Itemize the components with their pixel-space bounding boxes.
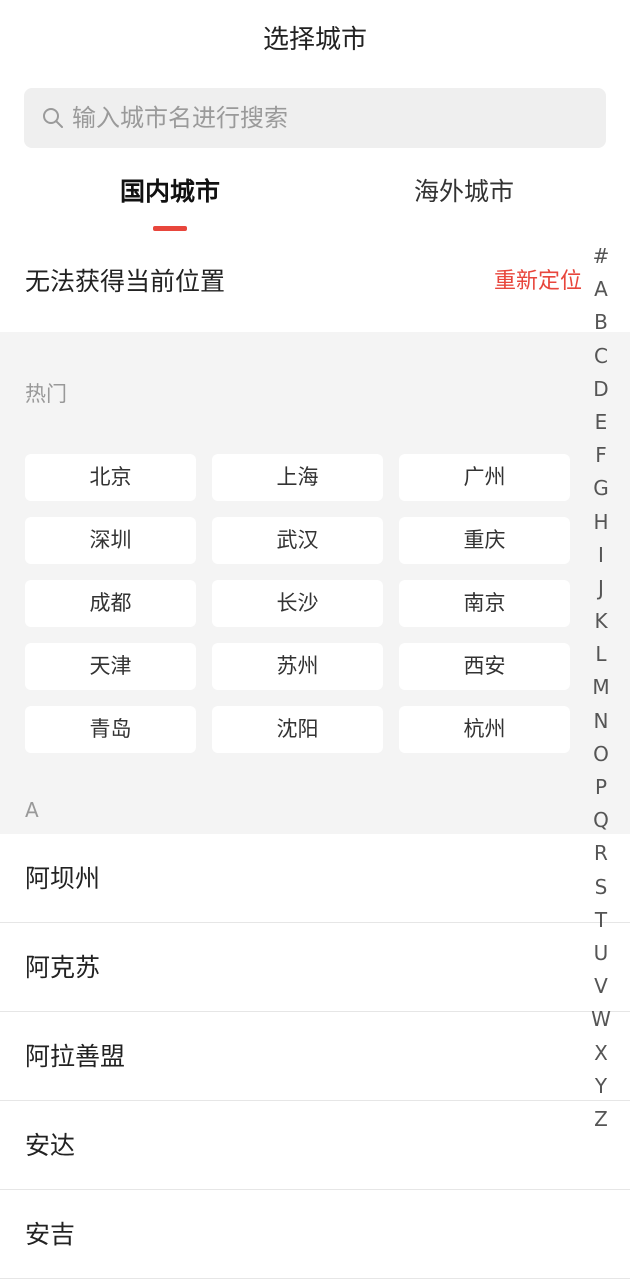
hot-city-button[interactable]: 深圳 (25, 517, 196, 564)
index-letter[interactable]: D (593, 373, 608, 406)
region-tabs: 国内城市 海外城市 (0, 160, 630, 240)
index-letter[interactable]: S (595, 871, 608, 904)
list-item[interactable]: 阿拉善盟 (0, 1012, 630, 1101)
index-letter[interactable]: Y (595, 1070, 607, 1103)
active-tab-indicator (153, 226, 187, 231)
alphabet-index-bar[interactable]: # A B C D E F G H I J K L M N O P Q R S … (586, 240, 616, 1136)
index-letter[interactable]: M (592, 671, 609, 704)
index-letter[interactable]: W (591, 1003, 611, 1036)
list-item[interactable]: 阿坝州 (0, 834, 630, 923)
hot-city-button[interactable]: 南京 (399, 580, 570, 627)
index-letter[interactable]: E (595, 406, 608, 439)
index-letter[interactable]: N (594, 705, 609, 738)
hot-cities-section: 热门 北京 上海 广州 深圳 武汉 重庆 成都 长沙 南京 天津 苏州 西安 青… (0, 332, 630, 834)
hot-city-button[interactable]: 上海 (212, 454, 383, 501)
index-letter[interactable]: V (594, 970, 608, 1003)
index-letter[interactable]: I (598, 539, 604, 572)
search-bar[interactable] (24, 88, 606, 148)
list-item[interactable]: 阿克苏 (0, 923, 630, 1012)
index-letter[interactable]: X (594, 1037, 608, 1070)
hot-city-button[interactable]: 成都 (25, 580, 196, 627)
hot-city-button[interactable]: 杭州 (399, 706, 570, 753)
location-status: 无法获得当前位置 (25, 267, 226, 296)
tab-domestic-cities[interactable]: 国内城市 (120, 160, 220, 224)
page-title: 选择城市 (262, 25, 367, 55)
section-letter-header: A (25, 798, 39, 822)
index-letter[interactable]: C (594, 340, 608, 373)
index-letter[interactable]: Q (593, 804, 609, 837)
hot-city-button[interactable]: 天津 (25, 643, 196, 690)
hot-city-button[interactable]: 沈阳 (212, 706, 383, 753)
index-letter[interactable]: T (595, 904, 607, 937)
index-letter[interactable]: B (594, 306, 608, 339)
index-letter[interactable]: L (595, 638, 606, 671)
index-letter[interactable]: O (593, 738, 609, 771)
index-letter[interactable]: A (594, 273, 608, 306)
search-icon (43, 108, 63, 128)
index-letter[interactable]: Z (594, 1103, 608, 1136)
hot-city-button[interactable]: 重庆 (399, 517, 570, 564)
relocate-button[interactable]: 重新定位 (494, 240, 582, 324)
index-letter[interactable]: G (593, 472, 609, 505)
city-list: 阿坝州 阿克苏 阿拉善盟 安达 安吉 (0, 834, 630, 1279)
search-input[interactable] (72, 104, 572, 132)
hot-city-button[interactable]: 广州 (399, 454, 570, 501)
hot-city-button[interactable]: 青岛 (25, 706, 196, 753)
hot-city-button[interactable]: 长沙 (212, 580, 383, 627)
tab-overseas-cities[interactable]: 海外城市 (414, 160, 514, 224)
hot-city-button[interactable]: 北京 (25, 454, 196, 501)
city-picker-page: 选择城市 国内城市 海外城市 无法获得当前位置 重新定位 热门 北京 上海 广州… (0, 0, 630, 1280)
index-letter[interactable]: F (595, 439, 607, 472)
list-item[interactable]: 安达 (0, 1101, 630, 1190)
current-location-row: 无法获得当前位置 重新定位 (0, 240, 630, 332)
index-letter[interactable]: # (593, 240, 610, 273)
hot-city-button[interactable]: 苏州 (212, 643, 383, 690)
index-letter[interactable]: P (595, 771, 607, 804)
index-letter[interactable]: H (593, 506, 608, 539)
index-letter[interactable]: J (598, 572, 604, 605)
hot-city-button[interactable]: 西安 (399, 643, 570, 690)
index-letter[interactable]: K (594, 605, 607, 638)
list-item[interactable]: 安吉 (0, 1190, 630, 1279)
hot-city-button[interactable]: 武汉 (212, 517, 383, 564)
index-letter[interactable]: R (594, 837, 608, 870)
hot-cities-grid: 北京 上海 广州 深圳 武汉 重庆 成都 长沙 南京 天津 苏州 西安 青岛 沈… (25, 454, 571, 753)
hot-section-title: 热门 (25, 382, 67, 406)
index-letter[interactable]: U (594, 937, 609, 970)
